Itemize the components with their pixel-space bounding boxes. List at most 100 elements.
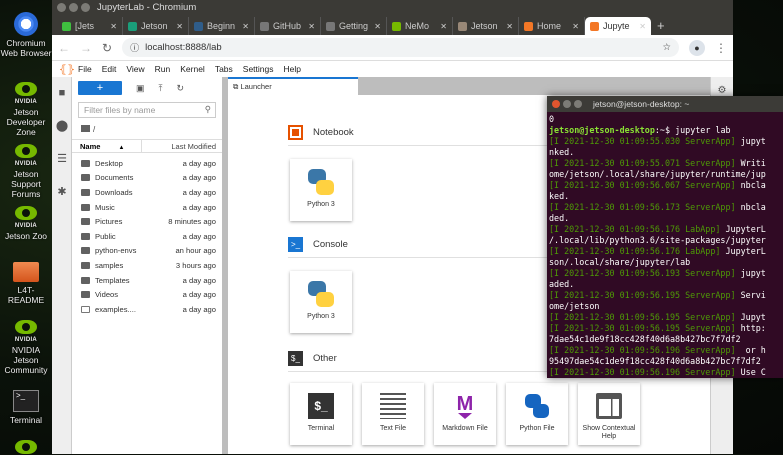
- menu-help[interactable]: Help: [284, 64, 301, 74]
- section-title: Other: [313, 353, 337, 364]
- filter-input[interactable]: Filter files by name ⚲: [78, 102, 216, 118]
- column-last-modified[interactable]: Last Modified: [142, 140, 222, 152]
- tab-close-icon[interactable]: ✕: [374, 22, 381, 31]
- browser-tab[interactable]: GitHub ✕: [255, 17, 321, 35]
- tab-close-icon[interactable]: ✕: [572, 22, 579, 31]
- desktop-icon-chromium[interactable]: Chromium Web Browser: [0, 12, 52, 58]
- file-row[interactable]: Videos a day ago: [72, 287, 222, 302]
- filter-placeholder: Filter files by name: [84, 105, 156, 115]
- browser-tab[interactable]: Getting ✕: [321, 17, 387, 35]
- new-launcher-button[interactable]: +: [78, 81, 122, 95]
- tab-close-icon[interactable]: ✕: [176, 22, 183, 31]
- file-row[interactable]: python-envs an hour ago: [72, 244, 222, 259]
- maximize-icon[interactable]: [574, 100, 582, 108]
- log-tag: [I 2021-12-30 01:09:56.173 ServerApp]: [549, 202, 736, 212]
- menu-kebab-icon[interactable]: ⋮: [715, 41, 727, 55]
- terminal-window[interactable]: jetson@jetson-desktop: ~ 0 jetson@jetson-…: [547, 96, 783, 378]
- tab-favicon-icon: [260, 21, 269, 31]
- desktop-icon-jetson-zoo[interactable]: NVIDIA Jetson Zoo: [0, 206, 52, 241]
- new-folder-icon[interactable]: ▣: [136, 83, 145, 94]
- file-row[interactable]: Templates a day ago: [72, 273, 222, 288]
- profile-icon[interactable]: ●: [689, 39, 705, 56]
- refresh-icon[interactable]: ↻: [177, 83, 185, 94]
- browser-tab[interactable]: Jupyte ✕: [585, 17, 651, 35]
- desktop-icon-l4t-readme[interactable]: L4T-README: [0, 262, 52, 305]
- file-row[interactable]: Music a day ago: [72, 200, 222, 215]
- log-text: JupyterL: [720, 224, 766, 234]
- reload-icon[interactable]: ↻: [102, 41, 112, 55]
- minimize-icon[interactable]: [69, 3, 78, 12]
- bookmark-star-icon[interactable]: ☆: [662, 42, 671, 53]
- property-inspector-icon[interactable]: ⚙: [711, 85, 733, 96]
- file-name: Downloads: [95, 187, 133, 197]
- extension-puzzle-icon[interactable]: ✱: [52, 176, 72, 209]
- launcher-card-markdown-file[interactable]: M Markdown File: [434, 383, 496, 445]
- log-text: /.local/lib/python3.6/site-packages/jupy…: [549, 235, 766, 245]
- card-label: Show Contextual Help: [582, 425, 636, 440]
- desktop-icon-terminal[interactable]: >_ Terminal: [0, 390, 52, 425]
- menu-settings[interactable]: Settings: [243, 64, 274, 74]
- menu-view[interactable]: View: [126, 64, 144, 74]
- browser-tab[interactable]: Beginn ✕: [189, 17, 255, 35]
- tab-close-icon[interactable]: ✕: [639, 22, 646, 31]
- tab-close-icon[interactable]: ✕: [308, 22, 315, 31]
- menu-tabs[interactable]: Tabs: [215, 64, 233, 74]
- running-icon[interactable]: ⬤: [52, 110, 72, 143]
- terminal-output[interactable]: 0 jetson@jetson-desktop:~$ jupyter lab [I …: [547, 112, 783, 378]
- column-name[interactable]: Name ▲: [72, 140, 142, 152]
- desktop-icon-jetson-support-forums[interactable]: NVIDIA Jetson Support Forums: [0, 144, 52, 199]
- tab-launcher[interactable]: ⧉ Launcher: [228, 77, 358, 95]
- file-name: Desktop: [95, 158, 123, 168]
- desktop-icon-jetson-developer-zone[interactable]: NVIDIA Jetson Developer Zone: [0, 82, 52, 137]
- desktop-icon-nvidia-jetson-community[interactable]: NVIDIA NVIDIA Jetson Community: [0, 320, 52, 375]
- launcher-card-terminal[interactable]: $_ Terminal: [290, 383, 352, 445]
- card-label: Python 3: [307, 313, 335, 320]
- launcher-card-notebook-python3[interactable]: Python 3: [290, 159, 352, 221]
- file-row[interactable]: examples.... a day ago: [72, 302, 222, 317]
- url-input[interactable]: ⓘ localhost:8888/lab ☆: [122, 38, 679, 57]
- file-modified: an hour ago: [175, 246, 216, 256]
- file-row[interactable]: Public a day ago: [72, 229, 222, 244]
- launcher-card-console-python3[interactable]: Python 3: [290, 271, 352, 333]
- close-icon[interactable]: [57, 3, 66, 12]
- menu-kernel[interactable]: Kernel: [180, 64, 205, 74]
- browser-tab[interactable]: Home ✕: [519, 17, 585, 35]
- file-row[interactable]: Desktop a day ago: [72, 156, 222, 171]
- menu-file[interactable]: File: [78, 64, 92, 74]
- forward-icon[interactable]: →: [80, 41, 92, 55]
- tab-close-icon[interactable]: ✕: [440, 22, 447, 31]
- minimize-icon[interactable]: [563, 100, 571, 108]
- menu-run[interactable]: Run: [155, 64, 171, 74]
- browser-tab[interactable]: Jetson ✕: [123, 17, 189, 35]
- browser-tab[interactable]: NeMo ✕: [387, 17, 453, 35]
- file-row[interactable]: Documents a day ago: [72, 171, 222, 186]
- tab-label: Jetson: [141, 21, 168, 31]
- menu-edit[interactable]: Edit: [102, 64, 117, 74]
- launcher-card-python-file[interactable]: Python File: [506, 383, 568, 445]
- file-row[interactable]: Downloads a day ago: [72, 185, 222, 200]
- upload-icon[interactable]: ⤒: [159, 83, 163, 94]
- file-row[interactable]: Pictures 8 minutes ago: [72, 214, 222, 229]
- browser-tabs: [Jets ✕ Jetson ✕ Beginn ✕ GitHub ✕ Getting ✕ NeMo ✕…: [52, 15, 733, 35]
- jupyter-menubar: ⦃⦄ File Edit View Run Kernel Tabs Settings Help: [52, 61, 733, 78]
- browser-tab[interactable]: Jetson ✕: [453, 17, 519, 35]
- file-row[interactable]: samples 3 hours ago: [72, 258, 222, 273]
- desktop-icon-nvidia[interactable]: [0, 440, 52, 455]
- close-icon[interactable]: [552, 100, 560, 108]
- new-tab-button[interactable]: +: [657, 17, 665, 35]
- file-modified: a day ago: [182, 202, 216, 212]
- terminal-prompt-line: jetson@jetson-desktop:~$ jupyter lab: [549, 125, 781, 136]
- browser-tab[interactable]: [Jets ✕: [57, 17, 123, 35]
- tab-close-icon[interactable]: ✕: [242, 22, 249, 31]
- tab-close-icon[interactable]: ✕: [110, 22, 117, 31]
- launcher-card-contextual-help[interactable]: Show Contextual Help: [578, 383, 640, 445]
- log-tag: [I 2021-12-30 01:09:55.071 ServerApp]: [549, 158, 736, 168]
- toc-list-icon[interactable]: ☰: [52, 143, 72, 176]
- tab-close-icon[interactable]: ✕: [506, 22, 513, 31]
- breadcrumb[interactable]: /: [72, 121, 222, 137]
- back-icon[interactable]: ←: [58, 41, 70, 55]
- folder-icon[interactable]: ■: [52, 77, 72, 110]
- file-name: Templates: [95, 275, 130, 285]
- launcher-card-text-file[interactable]: Text File: [362, 383, 424, 445]
- maximize-icon[interactable]: [81, 3, 90, 12]
